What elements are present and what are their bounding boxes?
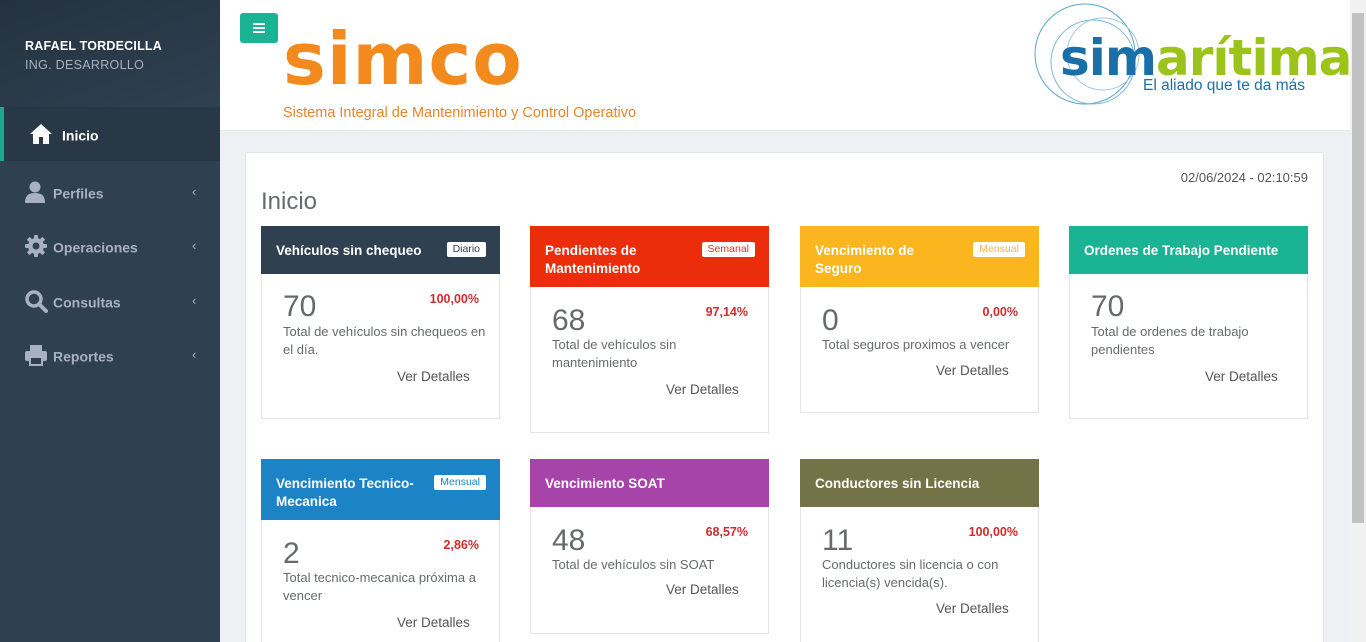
user-name[interactable]: RAFAEL TORDECILLA: [25, 39, 162, 53]
datetime-display: 02/06/2024 - 02:10:59: [1180, 170, 1308, 185]
page-title: Inicio: [261, 188, 318, 215]
sidebar-item-inicio[interactable]: Inicio: [0, 107, 220, 161]
card-badge: Mensual: [434, 475, 486, 490]
card-value: 2: [283, 537, 300, 570]
sidebar-item-perfiles[interactable]: Perfiles ‹: [0, 165, 220, 219]
chevron-left-icon: ‹: [192, 183, 197, 199]
card-title: Ordenes de Trabajo Pendiente: [1084, 243, 1279, 258]
chevron-left-icon: ‹: [192, 292, 197, 308]
user-role: ING. DESARROLLO: [25, 58, 145, 72]
card-header: Pendientes de Mantenimiento Semanal: [530, 226, 769, 287]
menu-toggle-button[interactable]: [240, 13, 278, 43]
card-ordenes-trabajo: Ordenes de Trabajo Pendiente 70 Total de…: [1069, 226, 1308, 419]
chevron-left-icon: ‹: [192, 346, 197, 362]
card-description: Total seguros proximos a vencer: [822, 337, 1010, 352]
sidebar-item-label: Reportes: [53, 348, 114, 365]
printer-icon: [25, 345, 47, 366]
card-title: Pendientes de Mantenimiento: [545, 243, 641, 276]
ver-detalles-link[interactable]: Ver Detalles: [397, 615, 470, 630]
gear-icon: [25, 235, 47, 257]
user-icon: [25, 181, 45, 203]
card-percent: 68,57%: [705, 525, 748, 539]
card-title: Vencimiento SOAT: [545, 476, 665, 491]
sidebar: RAFAEL TORDECILLA ING. DESARROLLO Inicio…: [0, 0, 220, 642]
ver-detalles-link[interactable]: Ver Detalles: [936, 601, 1009, 616]
card-percent: 97,14%: [705, 305, 748, 319]
ver-detalles-link[interactable]: Ver Detalles: [397, 369, 470, 384]
card-header: Vehículos sin chequeo Diario: [261, 226, 500, 274]
dashboard-panel: 02/06/2024 - 02:10:59 Inicio Vehículos s…: [245, 152, 1324, 642]
profile-section: RAFAEL TORDECILLA ING. DESARROLLO: [0, 0, 220, 107]
card-vencimiento-seguro: Vencimiento de Seguro Mensual 0 0,00% To…: [800, 226, 1039, 413]
sidebar-item-operaciones[interactable]: Operaciones ‹: [0, 219, 220, 273]
card-value: 70: [1091, 290, 1125, 323]
card-badge: Semanal: [701, 242, 755, 257]
card-description: Total de vehículos sin mantenimiento: [552, 337, 677, 370]
brand-tagline: El aliado que te da más: [1143, 77, 1305, 94]
card-conductores-sin-licencia: Conductores sin Licencia 11 100,00% Cond…: [800, 459, 1039, 642]
search-icon: [25, 290, 48, 313]
card-description: Total de ordenes de trabajo pendientes: [1091, 324, 1249, 357]
chevron-left-icon: ‹: [192, 237, 197, 253]
ver-detalles-link[interactable]: Ver Detalles: [666, 582, 739, 597]
app-subtitle: Sistema Integral de Mantenimiento y Cont…: [283, 105, 637, 121]
card-title: Conductores sin Licencia: [815, 476, 980, 491]
card-percent: 100,00%: [968, 525, 1018, 539]
ver-detalles-link[interactable]: Ver Detalles: [936, 363, 1009, 378]
card-header: Conductores sin Licencia: [800, 459, 1039, 507]
card-pendientes-mantenimiento: Pendientes de Mantenimiento Semanal 68 9…: [530, 226, 769, 433]
card-badge: Diario: [446, 242, 486, 257]
card-title: Vehículos sin chequeo: [276, 243, 422, 258]
card-vencimiento-tecnico-mecanica: Vencimiento Tecnico-Mecanica Mensual 2 2…: [261, 459, 500, 642]
sidebar-item-label: Operaciones: [53, 239, 138, 256]
card-vehiculos-sin-chequeo: Vehículos sin chequeo Diario 70 100,00% …: [261, 226, 500, 419]
card-vencimiento-soat: Vencimiento SOAT 48 68,57% Total de vehí…: [530, 459, 769, 634]
card-value: 68: [552, 304, 586, 337]
card-description: Conductores sin licencia o con licencia(…: [822, 557, 999, 590]
sidebar-item-label: Inicio: [62, 127, 99, 144]
card-value: 0: [822, 304, 839, 337]
card-header: Vencimiento de Seguro Mensual: [800, 226, 1039, 287]
card-header: Vencimiento SOAT: [530, 459, 769, 507]
brand-wordmark-a: sim: [1060, 29, 1157, 87]
card-value: 11: [822, 524, 854, 557]
card-title: Vencimiento Tecnico-Mecanica: [276, 476, 414, 509]
card-header: Ordenes de Trabajo Pendiente: [1069, 226, 1308, 274]
card-value: 70: [283, 290, 317, 323]
sidebar-item-label: Perfiles: [53, 185, 104, 202]
scrollbar-thumb[interactable]: [1352, 13, 1364, 523]
sidebar-item-label: Consultas: [53, 294, 121, 311]
ver-detalles-link[interactable]: Ver Detalles: [666, 382, 739, 397]
page-scrollbar[interactable]: [1350, 0, 1366, 642]
card-badge: Mensual: [973, 242, 1025, 257]
card-value: 48: [552, 524, 586, 557]
card-percent: 0,00%: [982, 305, 1018, 319]
sidebar-item-consultas[interactable]: Consultas ‹: [0, 274, 220, 328]
card-percent: 2,86%: [443, 538, 479, 552]
top-header: simco Sistema Integral de Mantenimiento …: [220, 0, 1352, 131]
brand-logo: simarítima El aliado que te da más: [1025, 2, 1352, 114]
card-description: Total de vehículos sin chequeos en el dí…: [283, 324, 486, 357]
card-title: Vencimiento de Seguro: [815, 243, 915, 276]
card-description: Total tecnico-mecanica próxima a vencer: [283, 570, 476, 603]
sidebar-item-reportes[interactable]: Reportes ‹: [0, 328, 220, 382]
ver-detalles-link[interactable]: Ver Detalles: [1205, 369, 1278, 384]
app-logo: simco: [283, 17, 523, 101]
card-header: Vencimiento Tecnico-Mecanica Mensual: [261, 459, 500, 520]
home-icon: [30, 124, 52, 144]
card-percent: 100,00%: [429, 292, 479, 306]
card-description: Total de vehículos sin SOAT: [552, 557, 715, 572]
